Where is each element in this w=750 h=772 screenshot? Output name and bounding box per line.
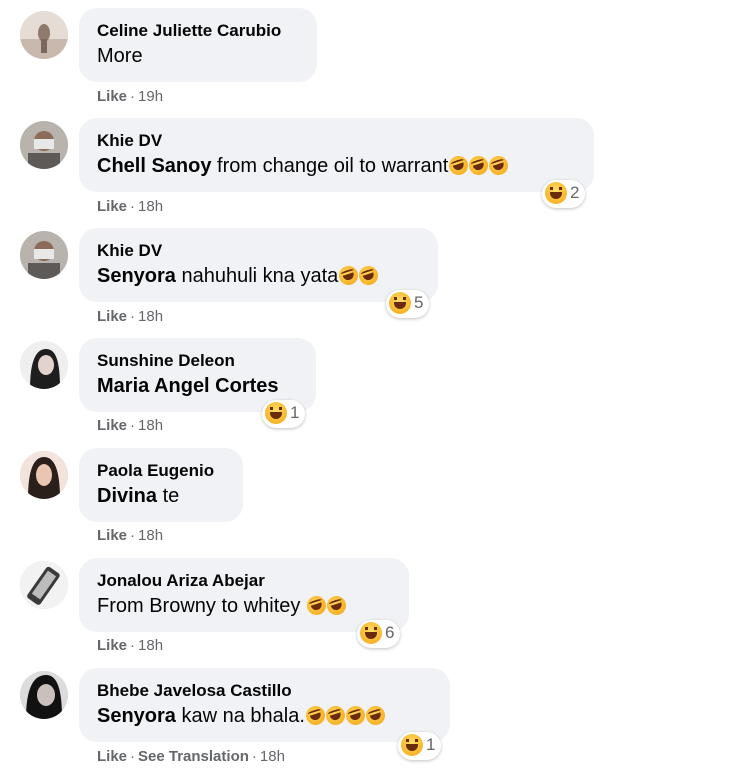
comment-author[interactable]: Khie DV [97,240,420,262]
rolling-laughing-emoji-icon [356,263,381,288]
like-button[interactable]: Like [97,748,127,765]
avatar[interactable] [20,341,68,389]
like-button[interactable]: Like [97,417,127,434]
mention-link[interactable]: Chell Sanoy [97,155,211,177]
emoji-group [304,593,349,623]
comment-body: nahuhuli kna yata [175,265,339,287]
rolling-laughing-emoji-icon [324,593,349,618]
rolling-laughing-emoji-icon [466,153,491,178]
comment-author[interactable]: Khie DV [97,130,576,152]
comment-actions: Like · 18h [97,198,164,215]
like-button[interactable]: Like [97,88,127,105]
comment-body: From Browny to whitey [97,595,306,617]
mention-link[interactable]: Divina [97,485,157,507]
comment-bubble: Khie DV Senyora nahuhuli kna yata [79,228,438,302]
reaction-count: 1 [290,403,300,422]
comment-actions: Like · 18h [97,637,164,654]
comment-actions: Like · 18h [97,308,164,325]
emoji-group [303,703,388,733]
comment-bubble: Khie DV Chell Sanoy from change oil to w… [79,118,594,192]
reaction-count: 1 [426,735,436,754]
avatar[interactable] [20,231,68,279]
avatar[interactable] [20,11,68,59]
avatar[interactable] [20,121,68,169]
comment-text: Chell Sanoy from change oil to warrant [97,152,576,183]
comment-bubble: Bhebe Javelosa Castillo Senyora kaw na b… [79,668,450,742]
reaction-count: 5 [414,293,424,312]
comment-author[interactable]: Bhebe Javelosa Castillo [97,680,432,702]
mention-link[interactable]: Senyora [97,705,176,727]
comment-text: Senyora nahuhuli kna yata [97,262,420,293]
haha-reaction-icon [545,182,567,204]
like-button[interactable]: Like [97,198,127,215]
comment-time[interactable]: 19h [138,88,163,105]
rolling-laughing-emoji-icon [304,593,329,618]
emoji-group [446,153,511,183]
comment-thread: Celine Juliette Carubio More Like · 19h Kh… [0,0,750,772]
comment-time[interactable]: 18h [138,637,163,654]
rolling-laughing-emoji-icon [323,703,348,728]
comment-actions: Like · 19h [97,88,164,105]
see-translation-link[interactable]: See Translation [138,748,249,765]
comment-time[interactable]: 18h [138,308,163,325]
comment-bubble: Jonalou Ariza Abejar From Browny to whit… [79,558,409,632]
like-button[interactable]: Like [97,527,127,544]
reaction-count: 6 [385,623,395,642]
comment-author[interactable]: Paola Eugenio [97,460,225,482]
reaction-badge[interactable]: 6 [357,620,401,648]
comment-time[interactable]: 18h [138,198,163,215]
avatar[interactable] [20,671,68,719]
comment-body: from change oil to warrant [211,155,449,177]
comment-actions: Like · 18h [97,527,164,544]
rolling-laughing-emoji-icon [343,703,368,728]
comment-text: Divina te [97,482,225,510]
haha-reaction-icon [401,734,423,756]
emoji-group [336,263,381,293]
comment-bubble: Celine Juliette Carubio More [79,8,317,82]
like-button[interactable]: Like [97,308,127,325]
avatar[interactable] [20,561,68,609]
avatar[interactable] [20,451,68,499]
mention-link[interactable]: Senyora [97,265,176,287]
haha-reaction-icon [389,292,411,314]
reaction-badge[interactable]: 1 [398,732,442,760]
comment-text: From Browny to whitey [97,592,391,623]
like-button[interactable]: Like [97,637,127,654]
comment-actions: Like · See Translation · 18h [97,748,285,765]
comment-author[interactable]: Celine Juliette Carubio [97,20,299,42]
comment-time[interactable]: 18h [260,748,285,765]
reaction-count: 2 [570,183,580,202]
comment-text: More [97,45,143,67]
reaction-badge[interactable]: 1 [262,400,306,428]
comment-text: Senyora kaw na bhala. [97,702,432,733]
comment-actions: Like · 18h [97,417,164,434]
comment-bubble: Paola Eugenio Divina te [79,448,243,522]
comment-time[interactable]: 18h [138,417,163,434]
comment-body: te [157,485,180,507]
comment-time[interactable]: 18h [138,527,163,544]
mention-link[interactable]: Maria Angel Cortes [97,375,279,397]
comment-body: kaw na bhala. [175,705,305,727]
comment-author[interactable]: Jonalou Ariza Abejar [97,570,391,592]
rolling-laughing-emoji-icon [303,703,328,728]
rolling-laughing-emoji-icon [336,263,361,288]
comment-text: Maria Angel Cortes [97,372,298,400]
reaction-badge[interactable]: 2 [542,180,586,208]
haha-reaction-icon [360,622,382,644]
rolling-laughing-emoji-icon [446,153,471,178]
rolling-laughing-emoji-icon [486,153,511,178]
haha-reaction-icon [265,402,287,424]
reaction-badge[interactable]: 5 [386,290,430,318]
comment-author[interactable]: Sunshine Deleon [97,350,298,372]
rolling-laughing-emoji-icon [363,703,388,728]
